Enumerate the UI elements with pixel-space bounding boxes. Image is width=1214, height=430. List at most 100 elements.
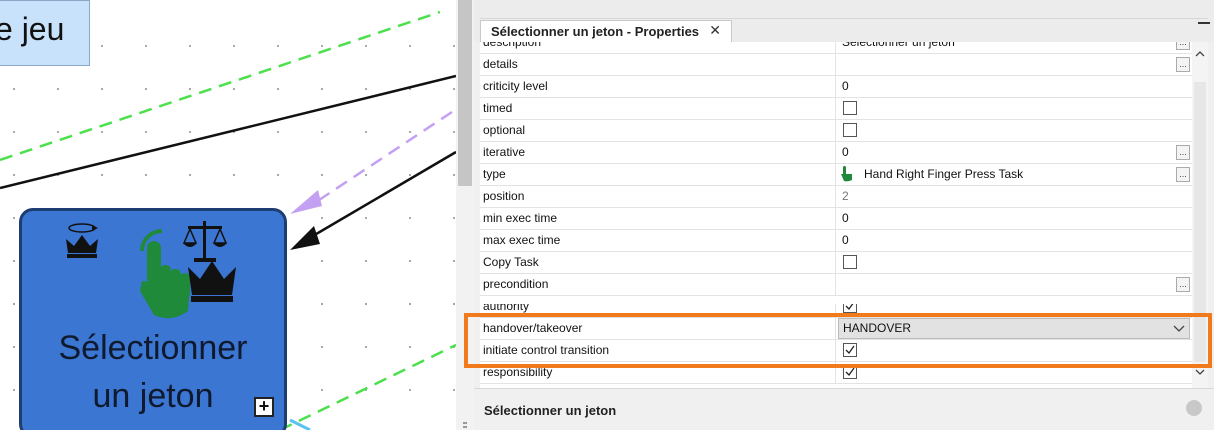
property-value[interactable]: Hand Right Finger Press Task ... [838, 164, 1190, 185]
grid-dot [13, 346, 15, 348]
footer-title: Sélectionner un jeton [484, 403, 617, 418]
grid-dot [453, 260, 455, 262]
grip-mark [463, 426, 467, 428]
ellipsis-button[interactable]: ... [1176, 277, 1190, 292]
purple-dashed-connector [309, 110, 453, 208]
property-value[interactable]: 0 [838, 230, 1188, 251]
property-row-iterative[interactable]: iterative 0 ... [480, 142, 1192, 164]
property-value[interactable]: Sélectionner un jeton ... [838, 42, 1190, 53]
grid-dot [189, 174, 191, 176]
property-row-criticity-level[interactable]: criticity level 0 [480, 76, 1192, 98]
grid-dot [365, 45, 367, 47]
grid-dot [321, 174, 323, 176]
optional-checkbox[interactable] [843, 123, 857, 137]
grid-dot [409, 45, 411, 47]
description-value: Sélectionner un jeton [842, 42, 955, 49]
property-row-max-exec-time[interactable]: max exec time 0 [480, 230, 1192, 252]
grid-dot [365, 217, 367, 219]
property-name: type [480, 164, 836, 185]
minimize-icon[interactable] [1198, 22, 1210, 24]
tab-properties[interactable]: Sélectionner un jeton - Properties ✕ [480, 20, 732, 42]
property-value[interactable]: 0 [838, 208, 1188, 229]
highlight-annotation [464, 313, 1212, 368]
grid-dot [321, 260, 323, 262]
grid-dot [321, 217, 323, 219]
property-value [838, 98, 1188, 119]
close-icon[interactable]: ✕ [709, 22, 721, 39]
copy-task-checkbox[interactable] [843, 255, 857, 269]
check-icon [845, 367, 855, 377]
grid-dot [365, 260, 367, 262]
property-value: 2 [838, 186, 1188, 207]
timed-checkbox[interactable] [843, 101, 857, 115]
task-label-line2: un jeton [92, 377, 214, 415]
grid-dot [13, 88, 15, 90]
property-row-details[interactable]: details ... [480, 54, 1192, 76]
purple-arrowhead [290, 190, 322, 214]
property-row-description[interactable]: description Sélectionner un jeton ... [480, 42, 1192, 54]
criticity-value: 0 [842, 79, 849, 93]
grid-dot [189, 88, 191, 90]
expand-button[interactable]: + [254, 397, 274, 417]
grid-dot [145, 45, 147, 47]
grid-dot [277, 88, 279, 90]
grid-dot [57, 131, 59, 133]
property-row-min-exec-time[interactable]: min exec time 0 [480, 208, 1192, 230]
grid-dot [453, 217, 455, 219]
property-name: min exec time [480, 208, 836, 229]
scrollbar-thumb[interactable] [458, 0, 472, 186]
property-value[interactable]: 0 ... [838, 142, 1190, 163]
property-row-optional[interactable]: optional [480, 120, 1192, 142]
task-node[interactable]: Sélectionner un jeton + [19, 208, 287, 430]
property-value[interactable]: ... [838, 274, 1190, 295]
grip-mark [463, 422, 467, 424]
property-row-position[interactable]: position 2 [480, 186, 1192, 208]
black-connector-to-task [305, 150, 456, 242]
grid-dot [13, 389, 15, 391]
property-name: optional [480, 120, 836, 141]
help-icon[interactable] [1186, 400, 1202, 416]
property-value[interactable]: ... [838, 54, 1190, 75]
property-name: position [480, 186, 836, 207]
diagram-canvas[interactable]: e jeu Sélectionner un jeton + [0, 0, 456, 430]
grid-dot [453, 389, 455, 391]
grid-dot [13, 131, 15, 133]
property-value[interactable]: 0 [838, 76, 1188, 97]
grid-dot [277, 131, 279, 133]
grid-dot [453, 131, 455, 133]
property-row-precondition[interactable]: precondition ... [480, 274, 1192, 296]
max-exec-value: 0 [842, 233, 849, 247]
grid-dot [13, 217, 15, 219]
grid-dot [365, 346, 367, 348]
ellipsis-button[interactable]: ... [1176, 42, 1190, 50]
property-name: iterative [480, 142, 836, 163]
grid-dot [101, 174, 103, 176]
grid-dot [277, 174, 279, 176]
ellipsis-button[interactable]: ... [1176, 57, 1190, 72]
parent-task-box[interactable]: e jeu [0, 0, 90, 66]
hand-finger-icon [841, 166, 852, 182]
property-name: criticity level [480, 76, 836, 97]
grid-dot [409, 174, 411, 176]
task-icons [66, 221, 236, 319]
grid-dot [409, 131, 411, 133]
grid-dot [233, 88, 235, 90]
property-row-copy-task[interactable]: Copy Task [480, 252, 1192, 274]
ellipsis-button[interactable]: ... [1176, 167, 1190, 182]
grid-dot [233, 45, 235, 47]
grid-dot [409, 217, 411, 219]
ellipsis-button[interactable]: ... [1176, 145, 1190, 160]
black-arrowhead [290, 226, 320, 250]
property-row-type[interactable]: type Hand Right Finger Press Task ... [480, 164, 1192, 186]
grid-dot [365, 303, 367, 305]
grid-dot [145, 88, 147, 90]
scroll-up-icon[interactable] [1192, 48, 1208, 60]
position-value: 2 [842, 189, 849, 203]
grid-dot [145, 131, 147, 133]
property-row-timed[interactable]: timed [480, 98, 1192, 120]
hand-finger-press-icon [140, 229, 190, 319]
type-value: Hand Right Finger Press Task [864, 167, 1024, 181]
grid-dot [321, 389, 323, 391]
grid-dot [57, 88, 59, 90]
green-dashed-connector-bottom [279, 343, 456, 430]
